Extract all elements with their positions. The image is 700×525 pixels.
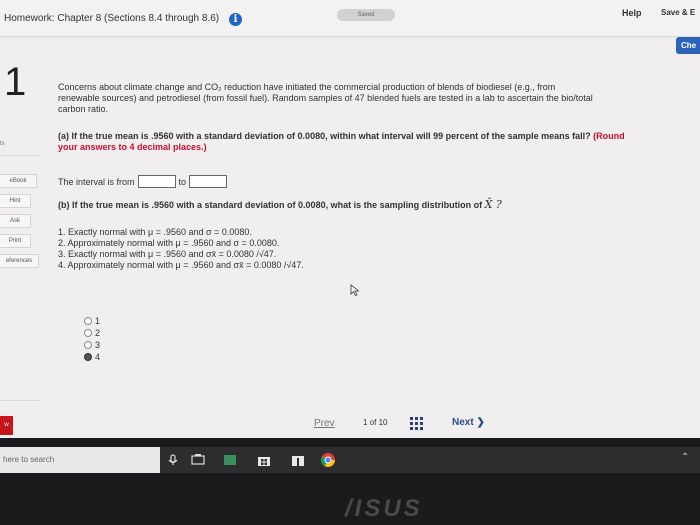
search-placeholder: here to search <box>3 455 55 464</box>
radio-button[interactable] <box>84 341 92 349</box>
ebook-button[interactable]: eBook <box>0 174 37 188</box>
interval-answer-row: The interval is from to <box>58 175 230 188</box>
question-number: 1 <box>4 60 27 104</box>
intro-line: Concerns about climate change and CO₂ re… <box>58 82 556 92</box>
radio-label: 2 <box>95 328 101 338</box>
windows-taskbar: here to search ⌃ <box>0 447 700 473</box>
radio-button[interactable] <box>84 317 92 325</box>
interval-to-label: to <box>178 176 187 187</box>
page-indicator: 1 of 10 <box>363 418 388 427</box>
interval-from-input[interactable] <box>137 175 176 188</box>
points-label: ts <box>0 141 5 147</box>
sidebar-divider <box>0 155 40 156</box>
prev-button[interactable]: Prev <box>314 418 335 429</box>
choice-text: 1. Exactly normal with μ = .9560 and σ =… <box>58 227 252 237</box>
print-button[interactable]: Print <box>0 234 31 248</box>
choice-text: 3. Exactly normal with μ = .9560 and σx̄… <box>58 249 277 259</box>
save-exit-link[interactable]: Save & E <box>661 8 695 17</box>
question-intro: Concerns about climate change and CO₂ re… <box>58 82 688 115</box>
check-my-work-button[interactable]: Che <box>676 37 700 54</box>
mouse-cursor-icon <box>350 284 360 296</box>
references-button[interactable]: eferences <box>0 254 39 268</box>
chrome-icon[interactable] <box>320 452 336 468</box>
chevron-right-icon: ❯ <box>476 417 485 428</box>
edge-browser-icon[interactable] <box>222 452 238 468</box>
rounding-instruction: your answers to 4 decimal places.) <box>58 142 207 152</box>
radio-label: 4 <box>95 352 101 362</box>
taskbar-search-box[interactable]: here to search <box>0 447 160 473</box>
homework-title: Homework: Chapter 8 (Sections 8.4 throug… <box>4 13 220 24</box>
radio-label: 3 <box>95 340 101 350</box>
saved-indicator: Saved <box>337 9 395 21</box>
interval-prefix: The interval is from <box>58 176 135 187</box>
rounding-instruction: (Round <box>593 131 625 141</box>
chevron-up-icon[interactable]: ⌃ <box>681 452 689 463</box>
sidebar-divider <box>0 400 40 401</box>
choice-text: 2. Approximately normal with μ = .9560 a… <box>58 238 280 248</box>
next-button[interactable]: Next ❯ <box>452 417 485 428</box>
info-icon[interactable]: i <box>229 13 242 26</box>
choice-text: 4. Approximately normal with μ = .9560 a… <box>58 260 304 270</box>
radio-option[interactable]: 2 <box>84 327 100 339</box>
microphone-icon[interactable] <box>165 452 181 468</box>
top-bar: Homework: Chapter 8 (Sections 8.4 throug… <box>0 0 700 37</box>
store-icon[interactable] <box>256 452 272 468</box>
gift-icon[interactable] <box>290 452 306 468</box>
part-b-text: (b) If the true mean is .9560 with a sta… <box>58 200 483 210</box>
part-a-text: (a) If the true mean is .9560 with a sta… <box>58 131 591 141</box>
answer-radio-group: 1 2 3 4 <box>84 315 100 363</box>
task-view-icon[interactable] <box>190 452 206 468</box>
browser-screen: Homework: Chapter 8 (Sections 8.4 throug… <box>0 0 700 438</box>
grid-icon[interactable] <box>410 417 424 430</box>
next-label: Next <box>452 417 474 428</box>
part-b-question: (b) If the true mean is .9560 with a sta… <box>58 198 502 211</box>
part-a-question: (a) If the true mean is .9560 with a sta… <box>58 131 698 153</box>
interval-to-input[interactable] <box>189 175 228 188</box>
sidebar-red-tab[interactable]: w <box>0 416 13 435</box>
hint-button[interactable]: Hint <box>0 194 31 208</box>
radio-label: 1 <box>95 316 101 326</box>
radio-button-selected[interactable] <box>84 353 92 361</box>
answer-choices: 1. Exactly normal with μ = .9560 and σ =… <box>58 227 304 271</box>
radio-button[interactable] <box>84 329 92 337</box>
intro-line: carbon ratio. <box>58 104 109 114</box>
radio-option[interactable]: 1 <box>84 315 100 327</box>
asus-logo: /ISUS <box>345 495 423 522</box>
help-link[interactable]: Help <box>622 8 642 18</box>
radio-option[interactable]: 3 <box>84 339 100 351</box>
intro-line: renewable sources) and petrodiesel (from… <box>58 93 593 103</box>
question-pager: Prev 1 of 10 Next ❯ <box>296 414 506 434</box>
radio-option[interactable]: 4 <box>84 351 100 363</box>
ask-button[interactable]: Ask <box>0 214 31 228</box>
x-bar-symbol: X̄ ? <box>484 198 502 211</box>
